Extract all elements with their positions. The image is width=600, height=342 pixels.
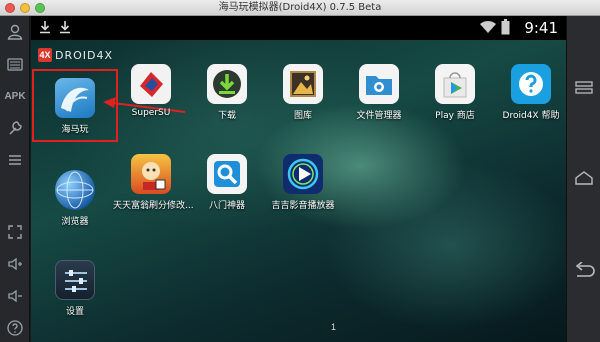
download-notification-icon: [40, 21, 50, 34]
file-manager-icon: [359, 64, 399, 104]
app-label: 图库: [293, 111, 312, 121]
haima-icon: [55, 78, 95, 118]
gallery-icon: [283, 64, 323, 104]
title-bar: 海马玩模拟器(Droid4X) 0.7.5 Beta: [0, 0, 600, 16]
app-label: 文件管理器: [356, 111, 402, 121]
volume-up-icon: [8, 257, 22, 271]
android-nav-bar: [566, 16, 600, 342]
left-toolbar: APK: [0, 16, 30, 342]
home-key[interactable]: [569, 164, 599, 192]
minimize-window-button[interactable]: [20, 3, 30, 13]
battery-icon: [501, 19, 510, 35]
emulator-window: 海马玩模拟器(Droid4X) 0.7.5 Beta APK 9:41 4X D…: [0, 0, 600, 342]
app-download[interactable]: 下载: [189, 64, 265, 121]
app-fuweng-game[interactable]: 天天富翁刷分修改...: [113, 154, 194, 211]
wifi-icon: [480, 20, 496, 33]
back-icon: [575, 262, 595, 277]
clock: 9:41: [524, 19, 558, 37]
recent-apps-icon: [575, 81, 593, 94]
keyboard-icon: [7, 58, 23, 71]
window-controls: [5, 3, 45, 13]
volume-down-icon: [8, 289, 22, 303]
home-icon: [575, 171, 593, 185]
user-icon: [7, 24, 23, 40]
search-app-icon: [207, 154, 247, 194]
status-bar: 9:41: [31, 16, 566, 40]
droid4x-logo: 4X DROID4X: [38, 48, 113, 62]
menu-key[interactable]: [569, 74, 599, 102]
supersu-icon: [131, 64, 171, 104]
app-label: 吉吉影音播放器: [271, 201, 335, 211]
app-supersu[interactable]: SuperSU: [113, 64, 189, 118]
app-droid4x-help[interactable]: Droid4X 帮助: [493, 64, 566, 121]
account-button[interactable]: [0, 18, 30, 46]
question-icon: [7, 320, 23, 336]
zoom-window-button[interactable]: [35, 3, 45, 13]
game-icon: [131, 154, 171, 194]
download-notification-icon: [60, 21, 70, 34]
play-store-icon: [435, 64, 475, 104]
download-icon: [207, 64, 247, 104]
window-title: 海马玩模拟器(Droid4X) 0.7.5 Beta: [218, 2, 382, 13]
app-label: Play 商店: [435, 111, 475, 121]
settings-icon: [55, 260, 95, 300]
app-browser[interactable]: 浏览器: [37, 170, 113, 227]
video-player-icon: [283, 154, 323, 194]
page-indicator: 1: [331, 322, 337, 332]
app-label: 浏览器: [61, 217, 89, 227]
wrench-icon: [9, 121, 22, 135]
app-file-manager[interactable]: 文件管理器: [341, 64, 417, 121]
browser-icon: [55, 170, 95, 210]
app-label: 海马玩: [61, 125, 89, 135]
apk-icon: APK: [4, 90, 26, 102]
volume-down-button[interactable]: [0, 282, 30, 310]
back-key[interactable]: [569, 256, 599, 284]
app-label: 设置: [65, 307, 84, 317]
fullscreen-button[interactable]: [0, 218, 30, 246]
help-icon: [511, 64, 551, 104]
list-menu-icon: [9, 155, 21, 165]
app-label: 八门神器: [208, 201, 245, 211]
android-screen: 9:41 4X DROID4X 海马玩 SuperSU 下载 图库 文件管理器 …: [31, 16, 566, 342]
menu-button[interactable]: [0, 146, 30, 174]
app-jiji-player[interactable]: 吉吉影音播放器: [265, 154, 341, 211]
apk-install-button[interactable]: APK: [0, 82, 30, 110]
app-bamen[interactable]: 八门神器: [189, 154, 265, 211]
fullscreen-icon: [8, 225, 22, 239]
app-label: Droid4X 帮助: [502, 111, 560, 121]
close-window-button[interactable]: [5, 3, 15, 13]
droid4x-mark: 4X: [38, 48, 52, 62]
keyboard-button[interactable]: [0, 50, 30, 78]
app-label: 天天富翁刷分修改...: [113, 201, 194, 211]
app-label: SuperSU: [131, 108, 171, 118]
app-settings[interactable]: 设置: [37, 260, 113, 317]
droid4x-wordmark: DROID4X: [55, 48, 114, 62]
app-label: 下载: [217, 111, 236, 121]
app-play-store[interactable]: Play 商店: [417, 64, 493, 121]
tools-button[interactable]: [0, 114, 30, 142]
help-button[interactable]: [0, 314, 30, 342]
app-gallery[interactable]: 图库: [265, 64, 341, 121]
volume-up-button[interactable]: [0, 250, 30, 278]
